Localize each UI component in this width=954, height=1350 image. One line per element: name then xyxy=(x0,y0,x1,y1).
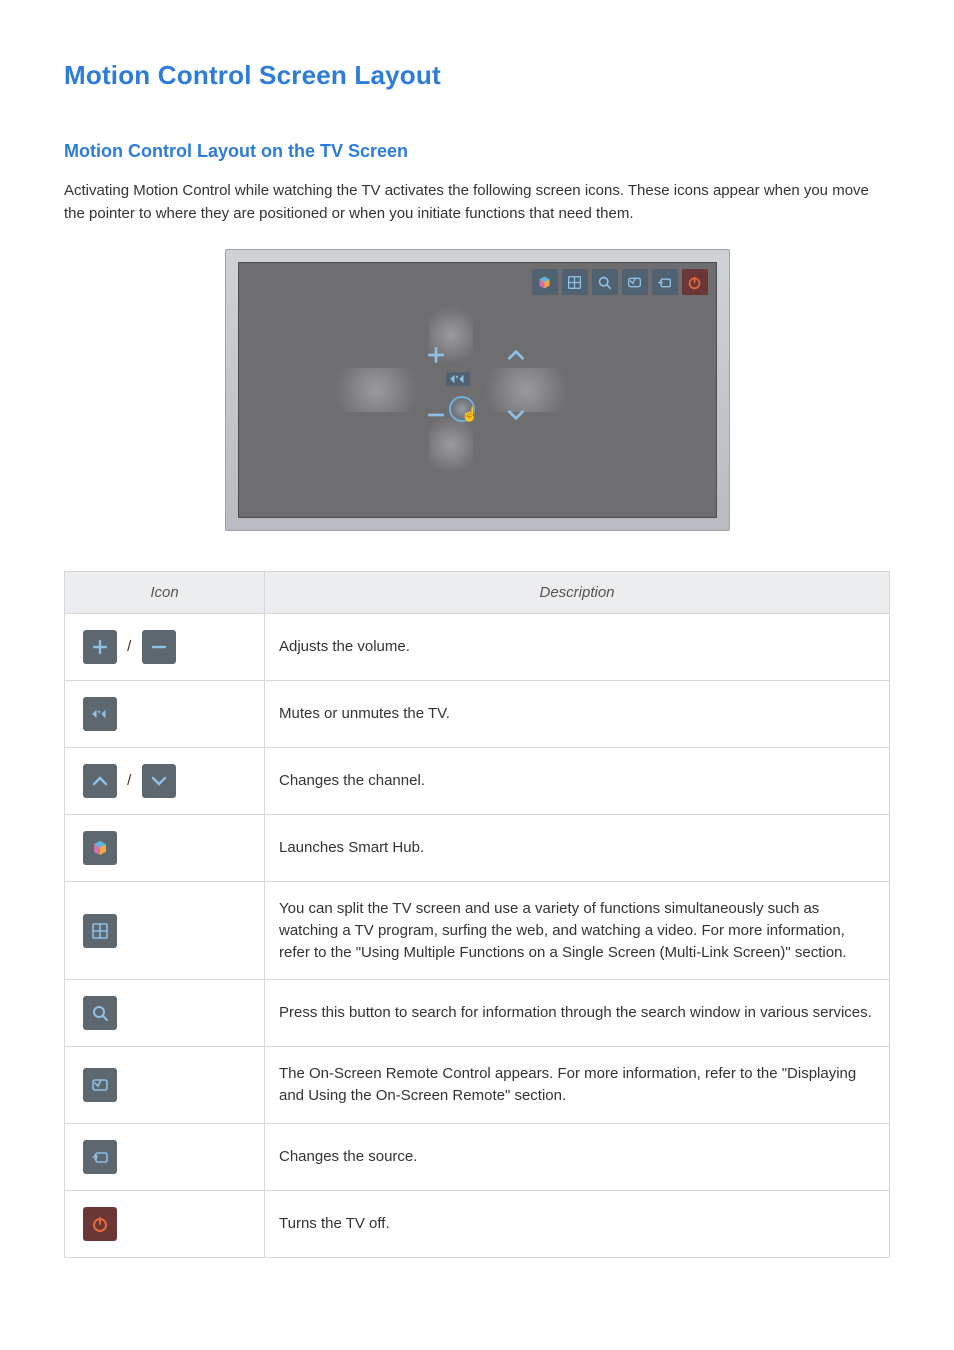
smart-hub-icon xyxy=(532,269,558,295)
table-row: You can split the TV screen and use a va… xyxy=(65,882,890,980)
row-desc: Changes the channel. xyxy=(265,748,890,815)
volume-up-icon xyxy=(83,630,117,664)
page-title: Motion Control Screen Layout xyxy=(64,60,890,91)
on-screen-remote-icon xyxy=(622,269,648,295)
table-row: / Changes the channel. xyxy=(65,748,890,815)
source-icon xyxy=(652,269,678,295)
table-row: Changes the source. xyxy=(65,1123,890,1190)
row-desc: The On-Screen Remote Control appears. Fo… xyxy=(265,1047,890,1124)
row-desc: You can split the TV screen and use a va… xyxy=(265,882,890,980)
col-header-desc: Description xyxy=(265,572,890,614)
tv-illustration: ☝ xyxy=(64,249,890,531)
smart-hub-icon xyxy=(83,831,117,865)
power-icon xyxy=(83,1207,117,1241)
volume-down-icon xyxy=(142,630,176,664)
channel-up-icon xyxy=(496,335,536,375)
table-row: Press this button to search for informat… xyxy=(65,980,890,1047)
section-subtitle: Motion Control Layout on the TV Screen xyxy=(64,141,890,162)
multilink-icon xyxy=(83,914,117,948)
volume-up-icon xyxy=(416,335,456,375)
on-screen-remote-icon xyxy=(83,1068,117,1102)
search-icon xyxy=(83,996,117,1030)
icon-description-table: Icon Description / Adjusts the volume. M… xyxy=(64,571,890,1258)
separator: / xyxy=(121,770,137,792)
table-row: Turns the TV off. xyxy=(65,1190,890,1257)
mute-icon xyxy=(446,372,470,386)
pointer-cursor-icon: ☝ xyxy=(449,396,475,422)
separator: / xyxy=(121,636,137,658)
table-row: / Adjusts the volume. xyxy=(65,614,890,681)
source-icon xyxy=(83,1140,117,1174)
mute-icon xyxy=(83,697,117,731)
col-header-icon: Icon xyxy=(65,572,265,614)
row-desc: Changes the source. xyxy=(265,1123,890,1190)
power-icon xyxy=(682,269,708,295)
channel-up-icon xyxy=(83,764,117,798)
row-desc: Adjusts the volume. xyxy=(265,614,890,681)
table-row: The On-Screen Remote Control appears. Fo… xyxy=(65,1047,890,1124)
channel-down-icon xyxy=(496,395,536,435)
channel-down-icon xyxy=(142,764,176,798)
row-desc: Turns the TV off. xyxy=(265,1190,890,1257)
table-row: Mutes or unmutes the TV. xyxy=(65,681,890,748)
table-row: Launches Smart Hub. xyxy=(65,815,890,882)
row-desc: Launches Smart Hub. xyxy=(265,815,890,882)
intro-paragraph: Activating Motion Control while watching… xyxy=(64,180,890,225)
row-desc: Press this button to search for informat… xyxy=(265,980,890,1047)
multilink-icon xyxy=(562,269,588,295)
search-icon xyxy=(592,269,618,295)
row-desc: Mutes or unmutes the TV. xyxy=(265,681,890,748)
